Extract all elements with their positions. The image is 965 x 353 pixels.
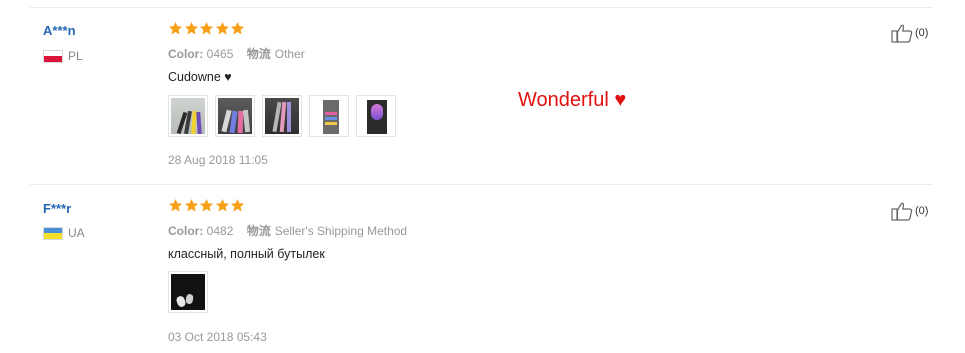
country-code: UA (68, 226, 85, 240)
review-photo-thumbnail[interactable] (356, 95, 396, 137)
star-icon (215, 21, 229, 35)
photo-icon (312, 98, 346, 134)
review-photos (168, 271, 215, 313)
helpful-count: (0) (915, 27, 929, 39)
country-code: PL (68, 49, 83, 63)
review-photo-thumbnail[interactable] (168, 95, 208, 137)
review-attributes: Color: 0482 物流 Seller's Shipping Method (168, 222, 417, 239)
review-item: F***r UA Color: 0482 物流 Seller's Shipping… (0, 185, 965, 353)
review-photo-thumbnail[interactable] (215, 95, 255, 137)
review-item: A***n PL Color: 0465 物流Other Cudowne ♥ (0, 0, 965, 184)
review-photo-thumbnail[interactable] (262, 95, 302, 137)
review-date: 03 Oct 2018 05:43 (168, 330, 267, 344)
logistics-value: Seller's Shipping Method (274, 224, 408, 238)
star-rating (168, 21, 246, 36)
photo-icon (265, 98, 299, 134)
star-icon (199, 21, 214, 35)
reviewer-name[interactable]: F***r (43, 201, 71, 216)
review-photo-thumbnail[interactable] (309, 95, 349, 137)
star-icon (168, 198, 183, 212)
review-date: 28 Aug 2018 11:05 (168, 153, 268, 167)
star-icon (215, 198, 229, 212)
ukraine-flag-icon (43, 226, 63, 240)
review-photos (168, 95, 403, 137)
reviewer-country: UA (43, 226, 85, 240)
star-icon (230, 198, 245, 212)
star-icon (199, 198, 214, 212)
color-label: Color: (168, 224, 204, 238)
helpful-vote[interactable]: (0) (891, 23, 928, 43)
reviewer-country: PL (43, 49, 83, 63)
reviewer-name[interactable]: A***n (43, 23, 76, 38)
logistics-value: Other (274, 47, 305, 61)
annotation-text: Wonderful ♥ (518, 89, 627, 111)
helpful-count: (0) (915, 205, 929, 217)
review-comment: классный, полный бутылек (168, 247, 325, 261)
star-icon (168, 21, 183, 35)
color-value: 0465 (206, 47, 234, 61)
photo-icon (218, 98, 252, 134)
photo-icon (171, 98, 205, 134)
star-icon (184, 198, 198, 212)
thumbs-up-icon[interactable] (891, 23, 913, 43)
photo-icon (359, 98, 393, 134)
star-rating (168, 198, 246, 213)
star-icon (230, 21, 245, 35)
review-photo-thumbnail[interactable] (168, 271, 208, 313)
review-attributes: Color: 0465 物流 Other (168, 45, 315, 62)
star-icon (184, 21, 198, 35)
photo-icon (171, 274, 205, 310)
logistics-label: 物流 (246, 224, 271, 238)
thumbs-up-icon[interactable] (891, 201, 913, 221)
poland-flag-icon (43, 49, 63, 63)
helpful-vote[interactable]: (0) (891, 201, 928, 221)
review-comment: Cudowne ♥ (168, 70, 232, 84)
color-value: 0482 (206, 224, 234, 238)
logistics-label: 物流 (246, 47, 271, 61)
color-label: Color: (168, 47, 204, 61)
